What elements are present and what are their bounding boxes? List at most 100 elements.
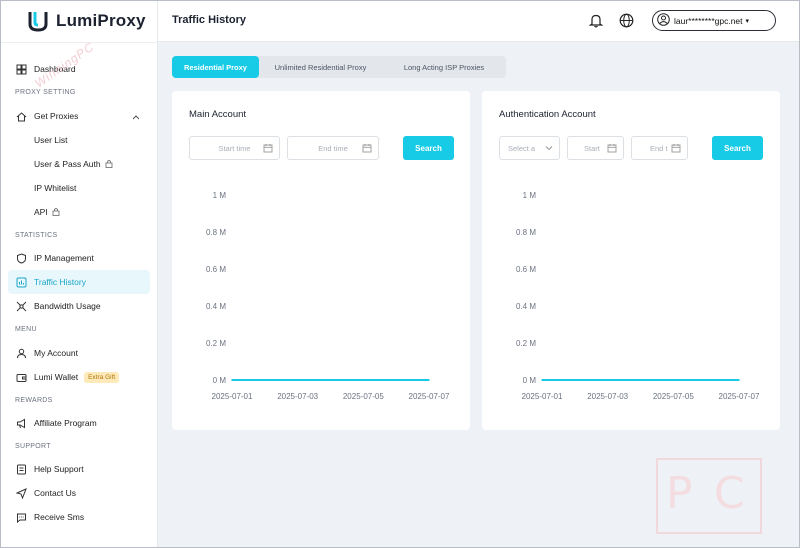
data-point (395, 379, 397, 381)
top-header: Traffic History laur********gpc.net ▾ (158, 0, 800, 42)
sidebar-item-traffic-history[interactable]: Traffic History (8, 270, 150, 294)
sidebar-item-label: My Account (34, 348, 78, 358)
tab-long-acting-isp-proxies[interactable]: Long Acting ISP Proxies (382, 56, 506, 78)
y-tick-label: 1 M (213, 191, 227, 200)
x-tick-label: 2025-07-05 (343, 392, 384, 401)
sidebar-item-api[interactable]: API (8, 200, 150, 224)
data-point (296, 379, 299, 381)
lock-icon (105, 159, 113, 170)
x-tick-label: 2025-07-01 (522, 392, 563, 401)
megaphone-icon (16, 418, 27, 429)
sidebar-item-my-account[interactable]: My Account (8, 341, 150, 365)
caret-down-icon: ▾ (745, 17, 750, 25)
bell-icon[interactable] (588, 12, 604, 28)
data-point (738, 379, 740, 381)
y-tick-label: 1 M (523, 191, 537, 200)
proxy-icon (16, 111, 27, 122)
sidebar-item-label: IP Whitelist (34, 183, 77, 193)
y-tick-label: 0.8 M (516, 228, 536, 237)
sidebar: LumiProxy Dashboard PROXY SETTING Get Pr… (0, 0, 158, 548)
data-point (606, 379, 609, 381)
logo[interactable]: LumiProxy (28, 8, 146, 34)
y-tick-label: 0.8 M (206, 228, 226, 237)
wallet-icon (16, 372, 27, 383)
sidebar-item-get-proxies[interactable]: Get Proxies (8, 104, 150, 128)
sidebar-item-label: Bandwidth Usage (34, 301, 101, 311)
y-tick-label: 0 M (213, 376, 227, 385)
sidebar-item-label: API (34, 207, 48, 217)
sidebar-item-label: User List (34, 135, 68, 145)
data-point (329, 379, 332, 381)
data-point (672, 379, 675, 381)
sidebar-item-contact-us[interactable]: Contact Us (8, 481, 150, 505)
sidebar-item-help-support[interactable]: Help Support (8, 457, 150, 481)
extra-gift-badge: Extra Gift (84, 371, 120, 383)
sidebar-item-label: Affiliate Program (34, 418, 97, 428)
user-email: laur********gpc.net (674, 15, 743, 26)
data-point (541, 379, 543, 381)
sidebar-item-user-list[interactable]: User List (8, 128, 150, 152)
lock-icon (52, 207, 60, 218)
sidebar-item-label: Traffic History (34, 277, 86, 287)
main-account-card: Main Account Start time End time Search … (172, 91, 470, 430)
user-icon (16, 348, 27, 359)
y-tick-label: 0.4 M (516, 302, 536, 311)
network-icon (16, 301, 27, 312)
x-tick-label: 2025-07-03 (587, 392, 628, 401)
watermark-logo: PC (656, 458, 762, 534)
section-label-rewards: REWARDS (15, 397, 53, 404)
sidebar-item-user-pass-auth[interactable]: User & Pass Auth (8, 152, 150, 176)
data-point (705, 379, 707, 381)
y-tick-label: 0.2 M (206, 339, 226, 348)
data-point (362, 379, 365, 381)
shield-icon (16, 252, 27, 264)
sidebar-item-affiliate-program[interactable]: Affiliate Program (8, 411, 150, 435)
tab-residential-proxy[interactable]: Residential Proxy (172, 56, 259, 78)
authentication-account-traffic-chart: 0 M 0.2 M 0.4 M 0.6 M 0.8 M 1 M 2025-07-01 2025… (516, 191, 760, 401)
y-tick-label: 0.2 M (516, 339, 536, 348)
globe-icon[interactable] (618, 12, 634, 28)
authentication-account-card: Authentication Account Select a Start En… (482, 91, 780, 430)
message-icon (16, 512, 27, 523)
data-point (574, 379, 576, 381)
tab-unlimited-residential-proxy[interactable]: Unlimited Residential Proxy (259, 56, 382, 78)
sidebar-item-label: Lumi Wallet (34, 372, 79, 382)
dashboard-icon (16, 64, 27, 75)
chevron-up-icon[interactable] (132, 112, 140, 122)
sidebar-divider (0, 42, 158, 43)
user-menu[interactable]: laur********gpc.net ▾ (652, 10, 776, 31)
sidebar-item-label: Help Support (34, 464, 84, 474)
sidebar-item-label: IP Management (34, 253, 94, 263)
sidebar-item-ip-whitelist[interactable]: IP Whitelist (8, 176, 150, 200)
send-icon (16, 487, 27, 499)
user-icon (657, 13, 670, 28)
sidebar-item-label: Contact Us (34, 488, 77, 498)
help-book-icon (16, 464, 27, 475)
page-title: Traffic History (172, 14, 246, 26)
section-label-proxy: PROXY SETTING (15, 89, 76, 96)
x-tick-label: 2025-07-07 (409, 392, 450, 401)
y-tick-label: 0.6 M (206, 265, 226, 274)
y-tick-label: 0.4 M (206, 302, 226, 311)
x-tick-label: 2025-07-03 (277, 392, 318, 401)
sidebar-item-ip-management[interactable]: IP Management (8, 246, 150, 270)
data-point (264, 379, 266, 381)
x-tick-label: 2025-07-07 (719, 392, 760, 401)
sidebar-item-bandwidth-usage[interactable]: Bandwidth Usage (8, 294, 150, 318)
x-tick-label: 2025-07-01 (212, 392, 253, 401)
data-point (231, 379, 233, 381)
x-tick-label: 2025-07-05 (653, 392, 694, 401)
section-label-support: SUPPORT (15, 443, 51, 450)
chart-icon (16, 277, 27, 288)
sidebar-item-lumi-wallet[interactable]: Lumi Wallet Extra Gift (8, 365, 150, 389)
y-tick-label: 0.6 M (516, 265, 536, 274)
sidebar-item-label: User & Pass Auth (34, 159, 101, 169)
data-point (639, 379, 642, 381)
sidebar-item-receive-sms[interactable]: Receive Sms (8, 505, 150, 529)
lumiproxy-logo-icon (28, 10, 48, 32)
y-tick-label: 0 M (523, 376, 537, 385)
section-label-menu: MENU (15, 326, 37, 333)
sidebar-item-label: Get Proxies (34, 111, 79, 121)
proxy-type-tabs: Residential Proxy Unlimited Residential … (172, 56, 506, 78)
app-name: LumiProxy (56, 11, 146, 30)
